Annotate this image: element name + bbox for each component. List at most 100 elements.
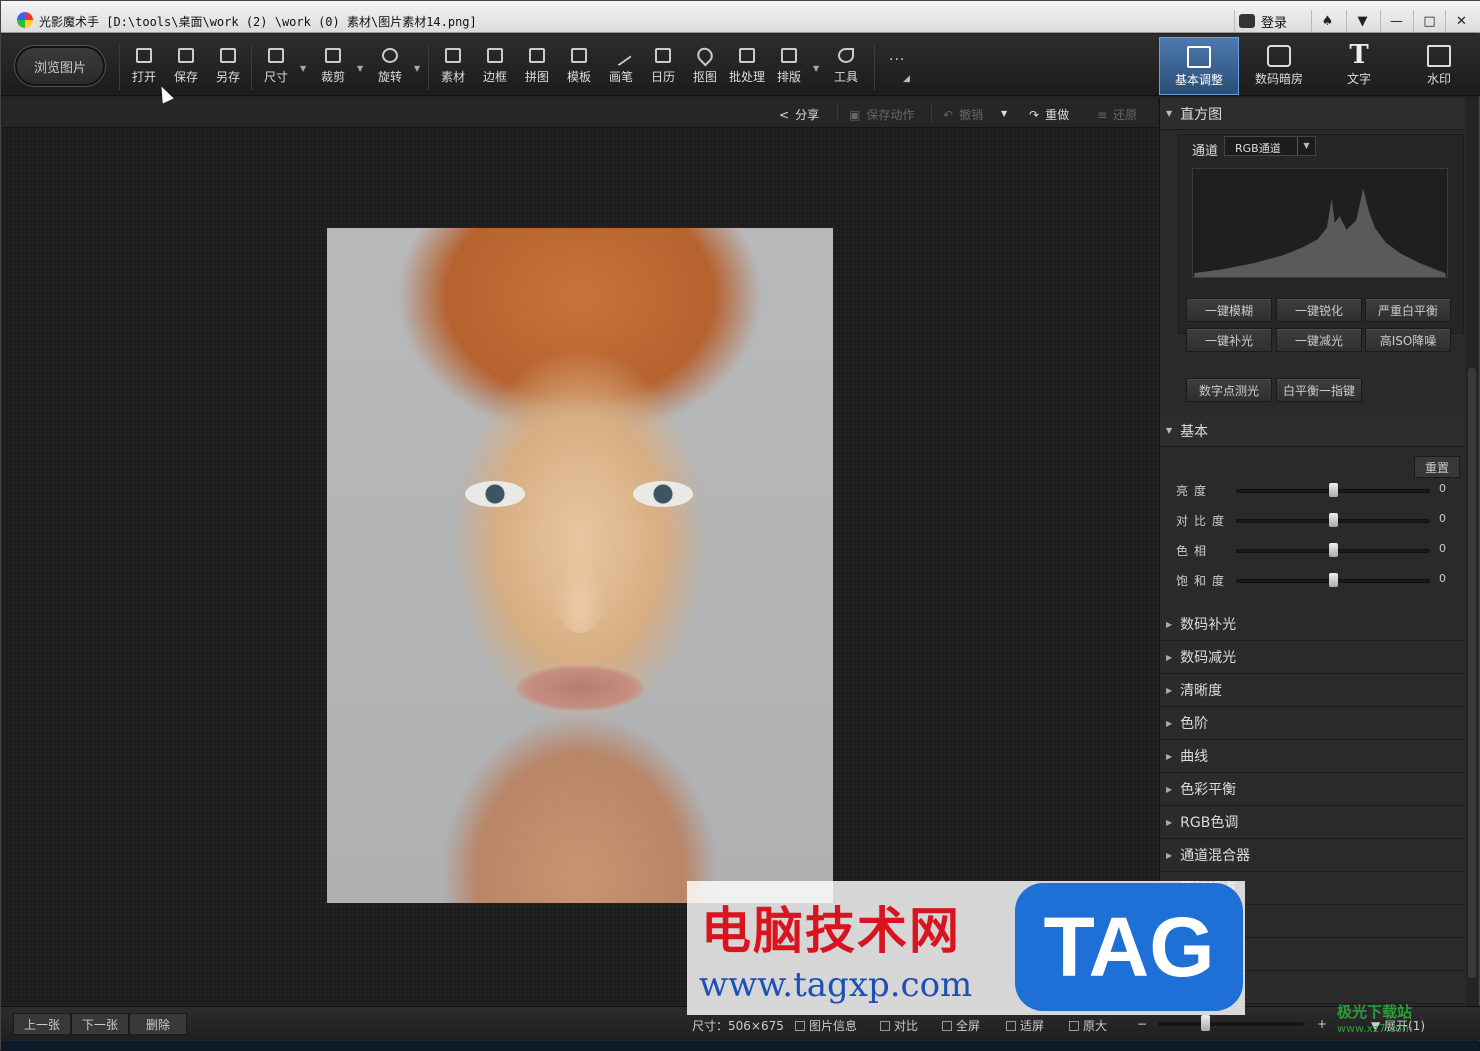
layout-dropdown-icon[interactable]: ▼ <box>813 64 819 73</box>
rotate-dropdown-icon[interactable]: ▼ <box>414 64 420 73</box>
slider-value: 0 <box>1439 482 1446 495</box>
layout-button[interactable]: 排版 <box>767 48 811 85</box>
slider-label: 对比度 <box>1176 514 1231 528</box>
section-header[interactable]: ▶ 数码补光 <box>1160 608 1464 641</box>
expand-arrow-icon: ▶ <box>1166 718 1173 728</box>
collapse-arrow-icon: ▼ <box>1166 109 1173 118</box>
tab-watermark[interactable]: 水印 <box>1399 37 1479 95</box>
crop-dropdown-icon[interactable]: ▼ <box>357 64 363 73</box>
slider-thumb[interactable] <box>1329 513 1338 527</box>
image-info-button[interactable]: 图片信息 <box>795 1017 857 1034</box>
more-tools-button[interactable]: ··· <box>889 52 905 68</box>
basic-section-header[interactable]: ▼ 基本 <box>1160 415 1464 447</box>
one-click-sharpen-button[interactable]: 一键锐化 <box>1276 298 1362 322</box>
fullscreen-icon <box>942 1021 952 1031</box>
redo-button[interactable]: ↷ 重做 <box>1029 106 1069 123</box>
reset-button[interactable]: 重置 <box>1414 456 1460 478</box>
skin-button[interactable]: ♠ <box>1311 10 1343 32</box>
resize-icon <box>268 48 284 63</box>
section-header[interactable]: ▶ 数码减光 <box>1160 641 1464 674</box>
adjust-panel: ▼ 直方图 通道 RGB通道 ▼ 一键模糊 一键锐化 严重白平衡 一键补光 一键… <box>1159 98 1479 1006</box>
portrait-photo[interactable] <box>327 228 833 903</box>
tab-text[interactable]: T 文字 <box>1319 37 1399 95</box>
save-as-button[interactable]: 另存 <box>206 48 250 85</box>
tab-digital-darkroom[interactable]: 数码暗房 <box>1239 37 1319 95</box>
slider-thumb[interactable] <box>1329 573 1338 587</box>
save-button[interactable]: 保存 <box>164 48 208 85</box>
channel-select[interactable]: RGB通道 ▼ <box>1224 136 1316 156</box>
minimize-button[interactable]: — <box>1380 10 1412 32</box>
resize-button[interactable]: 尺寸 <box>254 48 298 85</box>
template-button[interactable]: 模板 <box>557 48 601 85</box>
one-click-fill-light-button[interactable]: 一键补光 <box>1186 328 1272 352</box>
white-balance-click-button[interactable]: 白平衡一指键 <box>1276 378 1362 402</box>
white-balance-button[interactable]: 严重白平衡 <box>1365 298 1451 322</box>
next-image-button[interactable]: 下一张 <box>71 1013 129 1035</box>
fullscreen-button[interactable]: 全屏 <box>942 1017 980 1034</box>
original-size-button[interactable]: 原大 <box>1069 1017 1107 1034</box>
resize-dropdown-icon[interactable]: ▼ <box>300 64 306 73</box>
section-header[interactable]: ▶ 色阶 <box>1160 707 1464 740</box>
watermark-tag-logo: TAG <box>1015 883 1243 1011</box>
open-button[interactable]: 打开 <box>122 48 166 85</box>
crop-label: 裁剪 <box>320 70 345 84</box>
section-header[interactable]: ▶ 色彩平衡 <box>1160 773 1464 806</box>
slider-value: 0 <box>1439 572 1446 585</box>
save-action-button[interactable]: ▣ 保存动作 <box>849 106 914 123</box>
high-iso-denoise-button[interactable]: 高ISO降噪 <box>1365 328 1451 352</box>
site-watermark-2: 极光下载站 www.xz7.com <box>1337 1001 1413 1035</box>
browse-images-button[interactable]: 浏览图片 <box>15 46 105 86</box>
panel-scrollbar[interactable] <box>1466 98 1478 1006</box>
border-icon <box>487 48 503 63</box>
tab-basic-adjust-label: 基本调整 <box>1174 73 1223 87</box>
batch-button[interactable]: 批处理 <box>725 48 769 85</box>
zoom-out-button[interactable]: − <box>1137 1017 1147 1031</box>
menu-button[interactable]: ▼ <box>1346 10 1378 32</box>
undo-dropdown-icon[interactable]: ▼ <box>1001 109 1007 118</box>
slider-thumb[interactable] <box>1329 543 1338 557</box>
toolbar-divider <box>428 44 429 90</box>
one-click-blur-button[interactable]: 一键模糊 <box>1186 298 1272 322</box>
tools-button[interactable]: 工具 <box>824 48 868 85</box>
close-button[interactable]: ✕ <box>1445 10 1477 32</box>
compare-button[interactable]: 对比 <box>880 1017 918 1034</box>
delete-image-button[interactable]: 删除 <box>129 1013 187 1035</box>
zoom-in-button[interactable]: + <box>1317 1017 1327 1031</box>
slider-label: 饱和度 <box>1176 574 1231 588</box>
fit-screen-button[interactable]: 适屏 <box>1006 1017 1044 1034</box>
crop-button[interactable]: 裁剪 <box>311 48 355 85</box>
undo-button[interactable]: ↶ 撤销 <box>943 106 983 123</box>
zoom-slider-thumb[interactable] <box>1201 1015 1210 1031</box>
cutout-button[interactable]: 抠图 <box>683 44 727 85</box>
template-label: 模板 <box>566 70 591 84</box>
close-icon: ✕ <box>1456 13 1467 29</box>
brush-button[interactable]: 画笔 <box>599 44 643 85</box>
maximize-button[interactable]: □ <box>1413 10 1445 32</box>
save-as-label: 另存 <box>215 70 240 84</box>
border-button[interactable]: 边框 <box>473 48 517 85</box>
material-button[interactable]: 素材 <box>431 48 475 85</box>
slider-thumb[interactable] <box>1329 483 1338 497</box>
section-header[interactable]: ▶ 通道混合器 <box>1160 839 1464 872</box>
section-header[interactable]: ▶ 清晰度 <box>1160 674 1464 707</box>
scrollbar-thumb[interactable] <box>1468 368 1476 978</box>
share-button[interactable]: < 分享 <box>779 106 819 123</box>
tab-basic-adjust[interactable]: 基本调整 <box>1159 37 1239 95</box>
rotate-button[interactable]: 旋转 <box>368 48 412 85</box>
spot-metering-button[interactable]: 数字点测光 <box>1186 378 1272 402</box>
zoom-slider[interactable] <box>1158 1022 1304 1026</box>
watermark-site2-url: www.xz7.com <box>1337 1022 1413 1035</box>
login-button[interactable]: 登录 <box>1234 10 1310 32</box>
section-header[interactable]: ▶ RGB色调 <box>1160 806 1464 839</box>
restore-button[interactable]: ≡ 还原 <box>1097 106 1137 123</box>
histogram-section-header[interactable]: ▼ 直方图 <box>1160 98 1464 130</box>
fullscreen-label: 全屏 <box>956 1019 981 1033</box>
prev-image-button[interactable]: 上一张 <box>13 1013 71 1035</box>
expand-arrow-icon: ▶ <box>1166 619 1173 629</box>
channel-value: RGB通道 <box>1235 142 1281 155</box>
calendar-button[interactable]: 日历 <box>641 48 685 85</box>
section-title: 通道混合器 <box>1180 848 1251 864</box>
one-click-reduce-light-button[interactable]: 一键减光 <box>1276 328 1362 352</box>
puzzle-button[interactable]: 拼图 <box>515 48 559 85</box>
section-header[interactable]: ▶ 曲线 <box>1160 740 1464 773</box>
